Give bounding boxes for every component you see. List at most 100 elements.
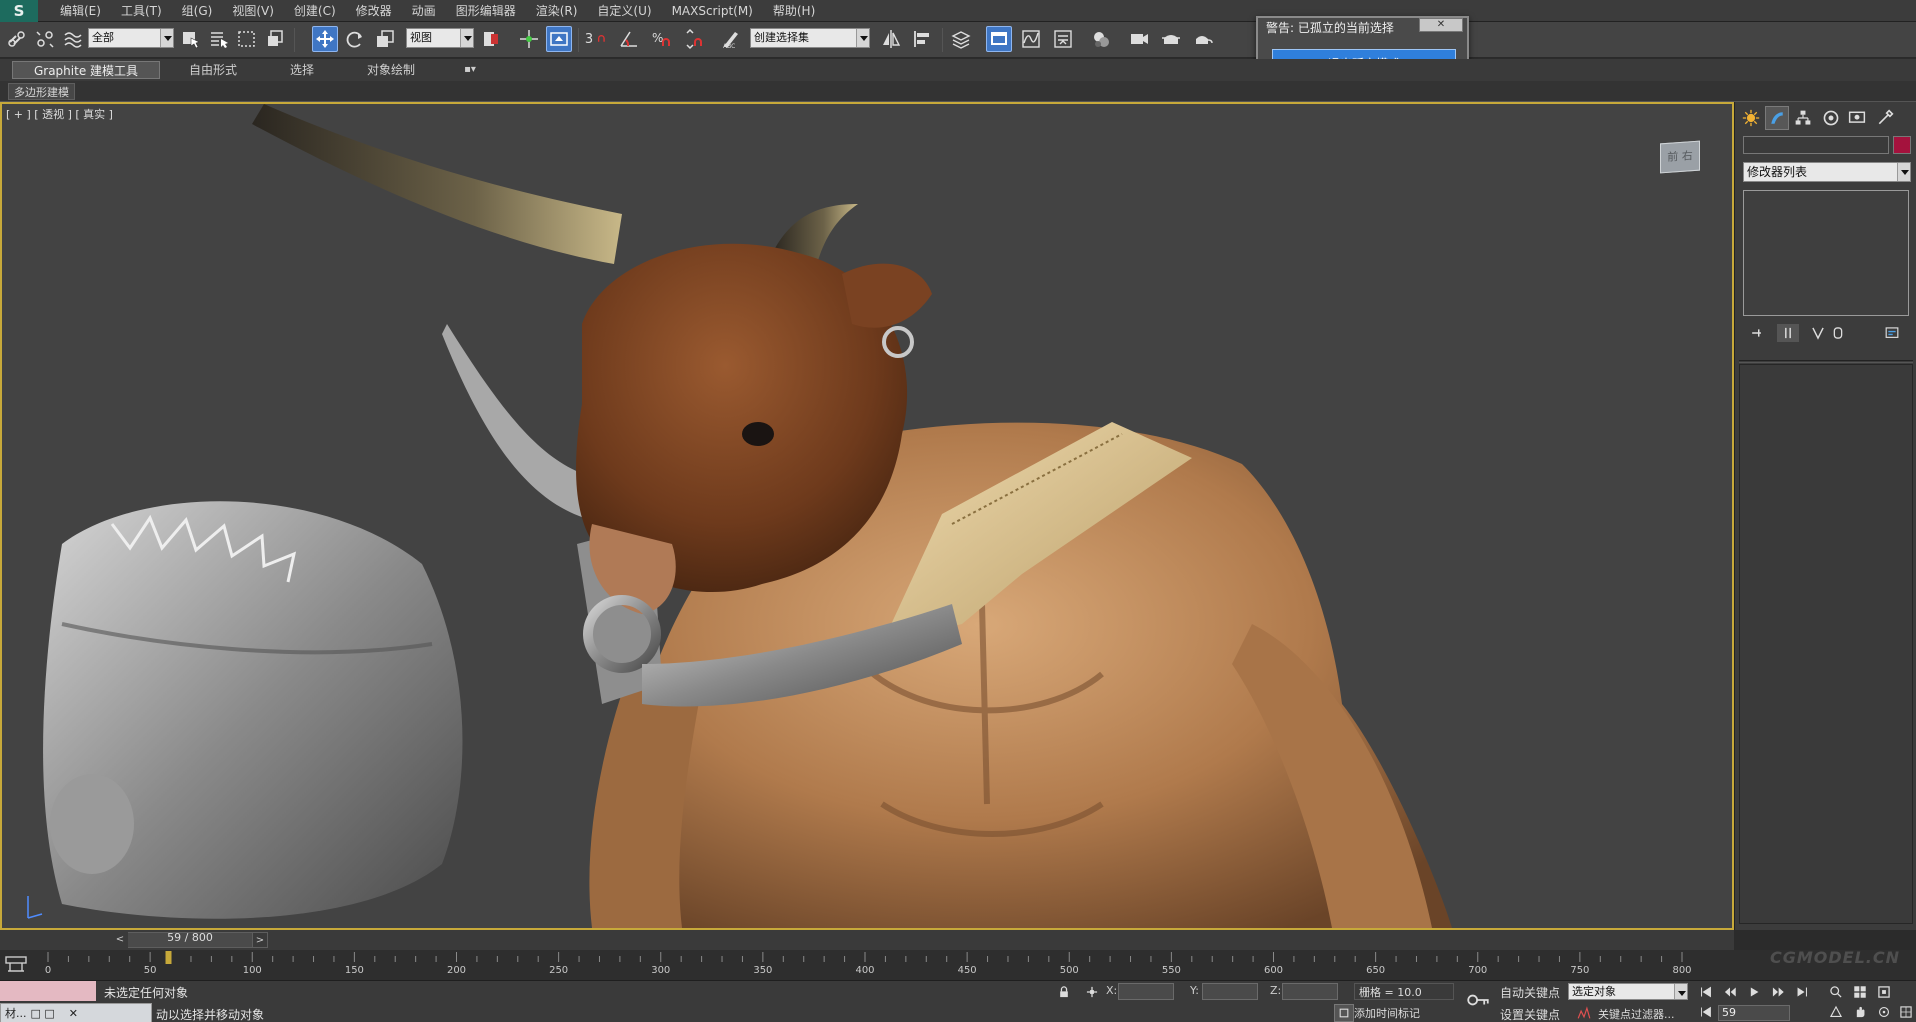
object-name-field[interactable]	[1743, 136, 1889, 154]
hierarchy-panel-icon[interactable]	[1791, 106, 1815, 130]
menu-item[interactable]: 帮助(H)	[763, 0, 825, 22]
render-setup-icon[interactable]	[1126, 26, 1152, 52]
display-panel-icon[interactable]	[1845, 106, 1869, 130]
key-mode-selection-dropdown[interactable]: 选定对象	[1568, 983, 1688, 1000]
orbit-icon[interactable]	[1874, 1003, 1894, 1021]
tab-object-paint[interactable]: 对象绘制	[352, 61, 430, 79]
x-coordinate-field[interactable]	[1118, 983, 1174, 1000]
layer-manager-icon[interactable]	[948, 26, 974, 52]
zoom-icon[interactable]	[1826, 983, 1846, 1001]
maximize-viewport-icon[interactable]	[1896, 1003, 1916, 1021]
menu-item[interactable]: 组(G)	[172, 0, 223, 22]
absolute-relative-toggle-icon[interactable]	[1082, 983, 1102, 1001]
percent-snap-icon[interactable]: %	[648, 26, 674, 52]
current-frame-field[interactable]: 59	[1718, 1005, 1790, 1021]
lock-selection-icon[interactable]	[1054, 983, 1074, 1001]
current-frame-marker[interactable]	[165, 951, 172, 964]
ribbon-options-icon[interactable]: ▪▾	[456, 61, 484, 79]
mini-curve-editor-icon[interactable]	[4, 954, 28, 974]
maxscript-listener-strip[interactable]	[0, 981, 96, 1001]
z-coordinate-field[interactable]	[1282, 983, 1338, 1000]
object-color-swatch[interactable]	[1893, 136, 1911, 154]
curve-editor-icon[interactable]	[1018, 26, 1044, 52]
go-to-end-icon[interactable]	[1792, 983, 1812, 1001]
polygon-modeling-panel[interactable]: 多边形建模	[8, 83, 75, 100]
key-mode-toggle-icon[interactable]	[1696, 1003, 1716, 1021]
render-production-icon[interactable]	[1190, 26, 1216, 52]
selection-filter-dropdown[interactable]: 全部	[88, 28, 174, 48]
align-icon[interactable]	[910, 26, 936, 52]
edit-named-selection-icon[interactable]: ABC	[718, 26, 744, 52]
previous-frame-icon[interactable]: <	[112, 932, 128, 948]
show-end-result-icon[interactable]	[1777, 324, 1799, 342]
select-link-icon[interactable]	[4, 26, 30, 52]
set-key-icon[interactable]	[1464, 991, 1492, 1009]
menu-item[interactable]: 自定义(U)	[587, 0, 661, 22]
track-bar[interactable]: 0 50 100 150 200 250 300 350 400 450 500 550 600 650 7…	[0, 950, 1916, 980]
menu-item[interactable]: 工具(T)	[111, 0, 172, 22]
select-and-move-icon[interactable]	[312, 26, 338, 52]
play-icon[interactable]	[1744, 983, 1764, 1001]
select-object-icon[interactable]	[178, 26, 204, 52]
utilities-panel-icon[interactable]	[1873, 106, 1897, 130]
set-key-button[interactable]: 设置关键点	[1500, 1006, 1560, 1022]
menu-item[interactable]: 动画	[402, 0, 446, 22]
add-time-tag-label[interactable]: 添加时间标记	[1354, 1005, 1420, 1021]
reference-coord-dropdown[interactable]: 视图	[406, 28, 474, 48]
create-panel-icon[interactable]	[1739, 106, 1763, 130]
configure-modifier-sets-icon[interactable]	[1881, 324, 1903, 342]
select-manipulate-icon[interactable]	[516, 26, 542, 52]
menu-item[interactable]: 创建(C)	[284, 0, 346, 22]
add-time-tag-icon[interactable]	[1334, 1004, 1354, 1022]
remove-modifier-icon[interactable]	[1827, 324, 1849, 342]
window-crossing-icon[interactable]	[262, 26, 288, 52]
modify-panel-icon[interactable]	[1765, 106, 1789, 130]
make-unique-icon[interactable]	[1807, 324, 1829, 342]
menu-item[interactable]: MAXScript(M)	[662, 0, 763, 22]
select-by-name-icon[interactable]	[206, 26, 232, 52]
rendered-frame-window-icon[interactable]	[1158, 26, 1184, 52]
tab-selection[interactable]: 选择	[278, 61, 326, 79]
rectangular-selection-icon[interactable]	[234, 26, 260, 52]
select-and-rotate-icon[interactable]	[342, 26, 368, 52]
motion-panel-icon[interactable]	[1819, 106, 1843, 130]
mirror-icon[interactable]	[878, 26, 904, 52]
modifier-stack[interactable]	[1743, 190, 1909, 316]
pan-view-icon[interactable]	[1850, 1003, 1870, 1021]
key-filters-button[interactable]: 关键点过滤器...	[1598, 1006, 1675, 1022]
y-coordinate-field[interactable]	[1202, 983, 1258, 1000]
menu-item[interactable]: 渲染(R)	[526, 0, 588, 22]
pivot-center-icon[interactable]	[478, 26, 504, 52]
previous-key-icon[interactable]	[1720, 983, 1740, 1001]
zoom-extents-icon[interactable]	[1874, 983, 1894, 1001]
key-filter-curve-icon[interactable]	[1574, 1005, 1594, 1022]
named-selection-set-dropdown[interactable]: 创建选择集	[750, 28, 870, 48]
auto-key-button[interactable]: 自动关键点	[1500, 984, 1560, 1001]
perspective-viewport[interactable]: [ + ] [ 透视 ] [ 真实 ] 前 右	[0, 102, 1734, 930]
viewport-label[interactable]: [ + ] [ 透视 ] [ 真实 ]	[6, 106, 113, 122]
go-to-start-icon[interactable]	[1696, 983, 1716, 1001]
tab-graphite-modeling[interactable]: Graphite 建模工具	[12, 61, 160, 79]
menu-item[interactable]: 修改器	[346, 0, 402, 22]
dialog-close-button[interactable]: ✕	[1419, 18, 1463, 32]
tab-freeform[interactable]: 自由形式	[178, 61, 248, 79]
keyboard-shortcut-override-icon[interactable]	[546, 26, 572, 52]
graphite-toggle-icon[interactable]	[986, 26, 1012, 52]
taskbar-thumbnail[interactable]: 材... □ □ ✕	[0, 1003, 152, 1022]
next-key-icon[interactable]	[1768, 983, 1788, 1001]
zoom-all-icon[interactable]	[1850, 983, 1870, 1001]
app-logo[interactable]: S	[0, 0, 38, 22]
menu-item[interactable]: 图形编辑器	[446, 0, 526, 22]
viewcube-icon[interactable]: 前 右	[1660, 140, 1700, 174]
pin-stack-icon[interactable]	[1747, 324, 1769, 342]
angle-snap-icon[interactable]	[616, 26, 642, 52]
schematic-view-icon[interactable]	[1050, 26, 1076, 52]
unlink-selection-icon[interactable]	[32, 26, 58, 52]
modifier-list-dropdown[interactable]: 修改器列表	[1743, 162, 1911, 182]
menu-item[interactable]: 视图(V)	[222, 0, 284, 22]
field-of-view-icon[interactable]	[1826, 1003, 1846, 1021]
menu-item[interactable]: 编辑(E)	[50, 0, 111, 22]
snaps-toggle-icon[interactable]: 3	[584, 26, 610, 52]
spinner-snap-icon[interactable]	[680, 26, 706, 52]
next-frame-icon[interactable]: >	[252, 932, 268, 948]
